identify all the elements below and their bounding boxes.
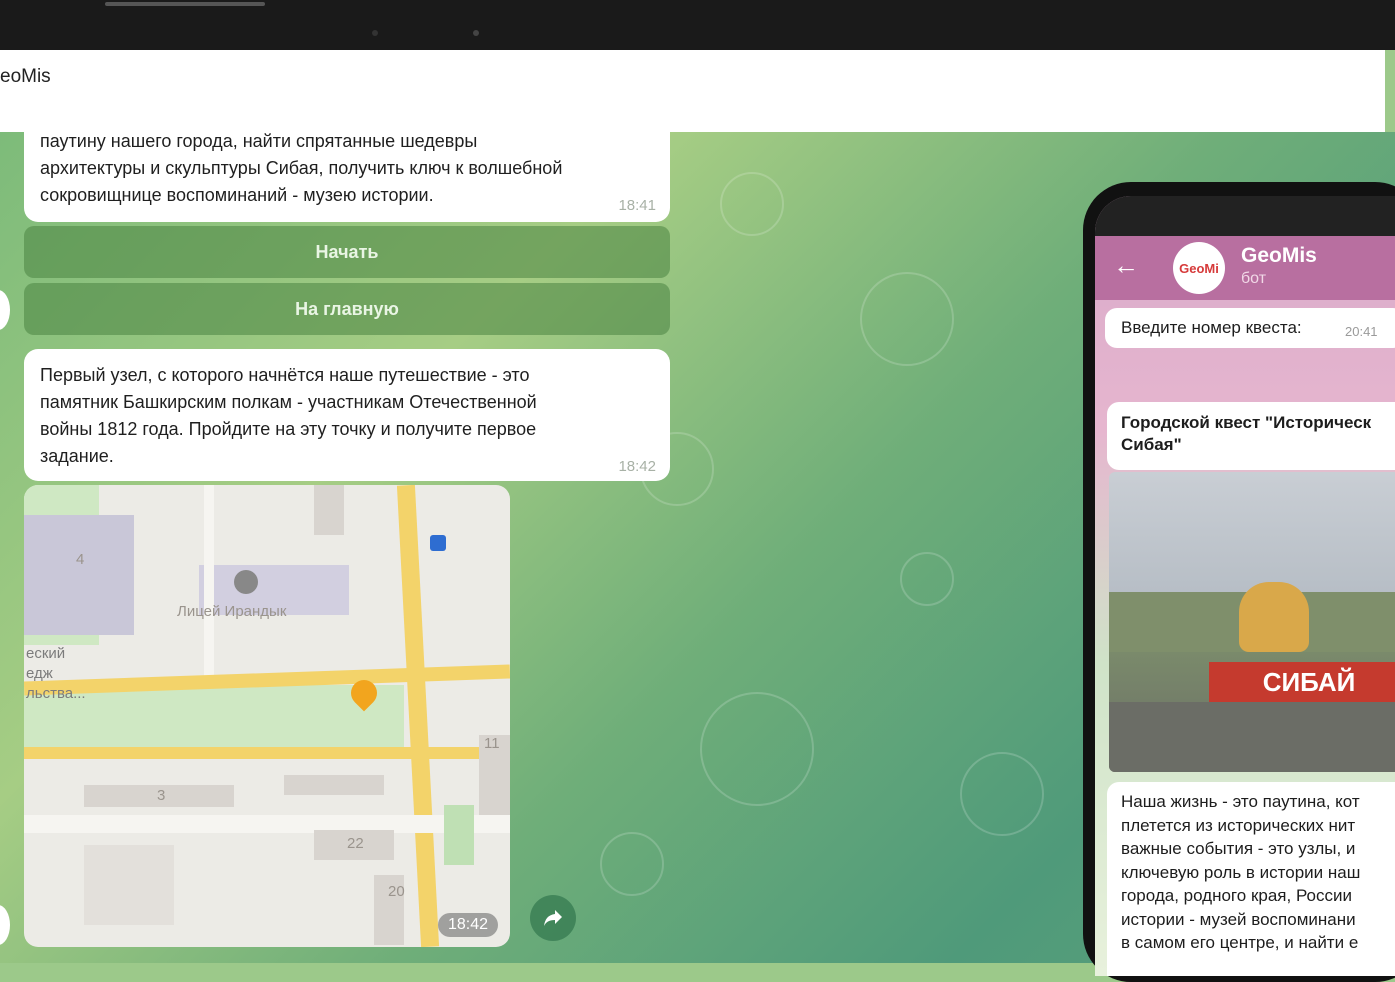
camera-dot bbox=[372, 30, 378, 36]
map-label: 3 bbox=[157, 787, 166, 804]
home-button[interactable]: На главную bbox=[24, 283, 670, 335]
message-bubble: Первый узел, с которого начнётся наше пу… bbox=[24, 349, 670, 481]
school-icon bbox=[234, 570, 258, 594]
quest-title-line: Городской квест "Историческ bbox=[1121, 413, 1372, 432]
message-line: войны 1812 года. Пройдите на эту точку и… bbox=[40, 419, 537, 439]
message-line: задание. bbox=[40, 446, 114, 466]
message-line: важные события - это узлы, и bbox=[1121, 839, 1356, 858]
message-time: 18:42 bbox=[437, 913, 498, 937]
share-arrow-icon bbox=[544, 910, 562, 926]
map-label: 4 bbox=[76, 551, 85, 568]
message-line: паутину нашего города, найти спрятанные … bbox=[40, 131, 478, 151]
bot-avatar[interactable]: GeoMi bbox=[1173, 242, 1225, 294]
location-map[interactable]: Лицей Ирандык еский едж льства... 4 3 22… bbox=[24, 485, 510, 947]
message-time: 20:41 bbox=[1345, 324, 1378, 339]
bot-subtitle: бот bbox=[1241, 270, 1267, 287]
start-button[interactable]: Начать bbox=[24, 226, 670, 278]
map-label: едж bbox=[26, 665, 53, 682]
phone-message-bubble: Введите номер квеста: 20:41 bbox=[1105, 308, 1395, 348]
message-line: в самом его центре, и найти е bbox=[1121, 933, 1359, 952]
map-label: 22 bbox=[347, 835, 364, 852]
sensor-dot bbox=[473, 30, 479, 36]
message-line: города, родного края, России bbox=[1121, 886, 1352, 905]
message-line: ключевую роль в истории наш bbox=[1121, 862, 1361, 882]
map-label: 11 bbox=[484, 735, 500, 752]
phone-message-text: Введите номер квеста: bbox=[1121, 318, 1302, 337]
bot-name: GeoMis bbox=[1241, 244, 1317, 267]
message-bubble: паутину нашего города, найти спрятанные … bbox=[24, 120, 670, 222]
quest-photo[interactable]: СИБАЙ bbox=[1109, 472, 1395, 772]
laptop-hinge bbox=[105, 2, 265, 6]
message-line: сокровищнице воспоминаний - музею истори… bbox=[40, 185, 434, 205]
message-line: истории - музей воспоминани bbox=[1121, 909, 1356, 929]
share-button[interactable] bbox=[530, 895, 576, 941]
message-line: архитектуры и скульптуры Сибая, получить… bbox=[40, 158, 563, 178]
message-time: 18:41 bbox=[618, 197, 656, 214]
quest-title-line: Сибая" bbox=[1121, 435, 1182, 454]
map-label: льства... bbox=[26, 685, 86, 702]
laptop-bezel bbox=[0, 0, 1395, 50]
message-line: Первый узел, с которого начнётся наше пу… bbox=[40, 365, 530, 385]
phone-chat-header: ← GeoMi GeoMis бот bbox=[1095, 236, 1395, 300]
message-time: 18:42 bbox=[618, 458, 656, 475]
phone-status-bar bbox=[1095, 196, 1395, 236]
phone-message-bubble: Наша жизнь - это паутина, кот плетется и… bbox=[1107, 782, 1395, 976]
map-label: еский bbox=[26, 645, 66, 662]
message-line: плетется из исторических нит bbox=[1121, 815, 1356, 835]
phone-screen: ← GeoMi GeoMis бот Введите номер квеста:… bbox=[1095, 196, 1395, 976]
back-arrow-icon[interactable]: ← bbox=[1113, 250, 1139, 281]
photo-sign: СИБАЙ bbox=[1209, 662, 1395, 702]
phone-message-bubble: Городской квест "Историческ Сибая" bbox=[1107, 402, 1395, 470]
message-line: Наша жизнь - это паутина, кот bbox=[1121, 792, 1360, 811]
chat-title: eoMis bbox=[0, 66, 51, 87]
message-line: памятник Башкирским полкам - участникам … bbox=[40, 392, 537, 412]
map-label: Лицей Ирандык bbox=[177, 603, 287, 620]
bus-stop-icon[interactable] bbox=[430, 535, 446, 551]
map-label: 20 bbox=[388, 883, 405, 900]
